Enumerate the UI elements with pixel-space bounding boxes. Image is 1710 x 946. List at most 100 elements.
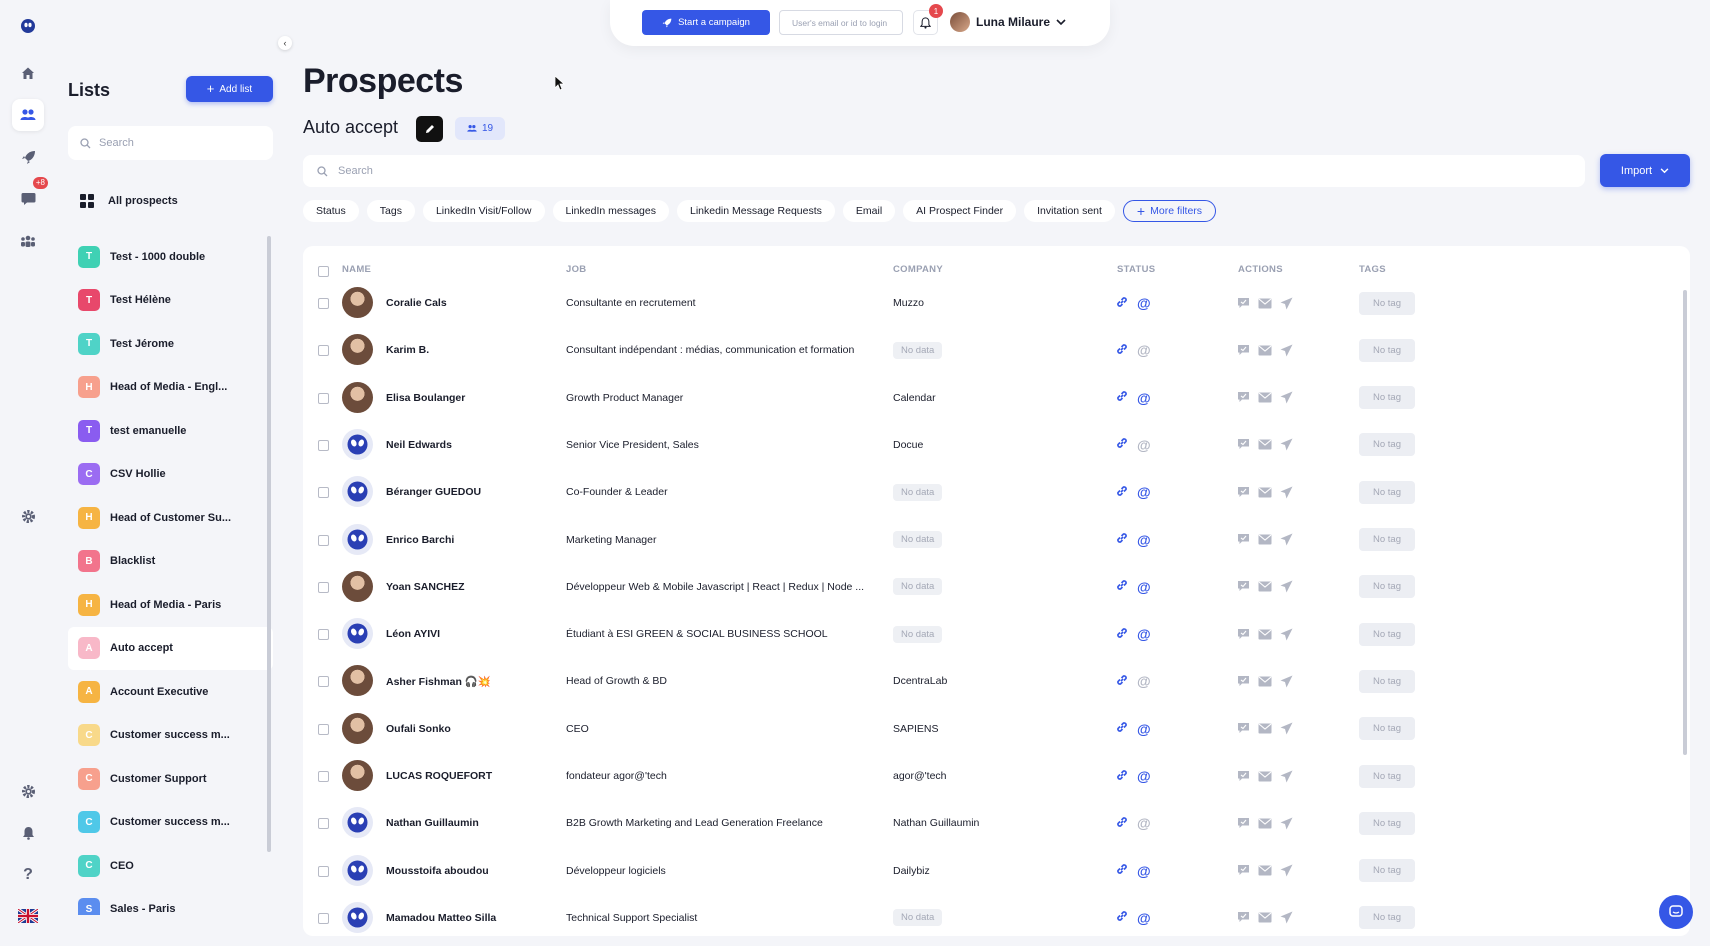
lists-scrollbar[interactable] — [267, 236, 271, 852]
prospects-search-input[interactable]: Search — [303, 155, 1585, 187]
no-tag-badge[interactable]: No tag — [1359, 717, 1415, 741]
actions-cell[interactable] — [1237, 564, 1293, 610]
list-item[interactable]: C Customer success m... — [68, 714, 273, 758]
prospect-name[interactable]: Asher Fishman 🎧💥 — [386, 658, 491, 704]
prospect-name[interactable]: Yoan SANCHEZ — [386, 564, 465, 610]
prospect-name[interactable]: Oufali Sonko — [386, 706, 451, 752]
home-icon[interactable] — [12, 57, 44, 89]
row-checkbox[interactable] — [318, 439, 329, 451]
list-item[interactable]: C CSV Hollie — [68, 453, 273, 497]
email-at-icon[interactable]: @ — [1137, 437, 1151, 453]
actions-cell[interactable] — [1237, 611, 1293, 657]
prospect-name[interactable]: Léon AYIVI — [386, 611, 440, 657]
list-item[interactable]: T Test - 1000 double — [68, 235, 273, 279]
table-row[interactable]: Coralie Cals Consultante en recrutement Mu… — [303, 280, 1690, 326]
actions-cell[interactable] — [1237, 753, 1293, 799]
linkedin-link-icon[interactable] — [1115, 768, 1129, 785]
row-checkbox[interactable] — [318, 345, 329, 357]
prospect-name[interactable]: Nathan Guillaumin — [386, 800, 479, 846]
prospect-name[interactable]: Karim B. — [386, 327, 429, 373]
edit-list-button[interactable] — [416, 116, 443, 142]
actions-cell[interactable] — [1237, 375, 1293, 421]
user-menu[interactable]: Luna Milaure — [950, 12, 1066, 32]
table-row[interactable]: Yoan SANCHEZ Développeur Web & Mobile Jav… — [303, 564, 1690, 610]
actions-cell[interactable] — [1237, 422, 1293, 468]
row-checkbox[interactable] — [318, 865, 329, 877]
prospect-name[interactable]: Béranger GUEDOU — [386, 469, 481, 515]
prospect-name[interactable]: Neil Edwards — [386, 422, 452, 468]
filter-chip[interactable]: LinkedIn messages — [552, 200, 669, 222]
actions-cell[interactable] — [1237, 469, 1293, 515]
user-login-input[interactable]: User's email or id to login — [779, 10, 903, 35]
help-question-icon[interactable]: ? — [12, 859, 44, 891]
no-tag-badge[interactable]: No tag — [1359, 433, 1415, 457]
table-row[interactable]: Mousstoifa aboudou Développeur logiciels D… — [303, 848, 1690, 894]
filter-chip[interactable]: Linkedin Message Requests — [676, 200, 835, 222]
email-at-icon[interactable]: @ — [1137, 863, 1151, 879]
table-row[interactable]: Léon AYIVI Étudiant à ESI GREEN & SOCIAL … — [303, 611, 1690, 657]
notifications-bell-icon[interactable] — [12, 817, 44, 849]
filter-chip[interactable]: Tags — [366, 200, 415, 222]
row-checkbox[interactable] — [318, 298, 329, 309]
header-company[interactable]: COMPANY — [893, 264, 943, 275]
actions-cell[interactable] — [1237, 800, 1293, 846]
email-at-icon[interactable]: @ — [1137, 295, 1151, 311]
list-item[interactable]: S Sales - Paris — [68, 888, 273, 915]
prospect-name[interactable]: LUCAS ROQUEFORT — [386, 753, 492, 799]
filter-chip[interactable]: Status — [303, 200, 359, 222]
email-at-icon[interactable]: @ — [1137, 721, 1151, 737]
lists-search-input[interactable]: Search — [68, 126, 273, 160]
no-tag-badge[interactable]: No tag — [1359, 622, 1415, 646]
support-chat-button[interactable] — [1659, 895, 1693, 929]
row-checkbox[interactable] — [318, 581, 329, 593]
prospect-name[interactable]: Mamadou Matteo Silla — [386, 895, 496, 936]
list-item[interactable]: B Blacklist — [68, 540, 273, 584]
header-name[interactable]: NAME — [342, 264, 371, 275]
no-tag-badge[interactable]: No tag — [1359, 338, 1415, 362]
list-item[interactable]: C Customer success m... — [68, 801, 273, 845]
linkedin-link-icon[interactable] — [1115, 531, 1129, 548]
add-list-button[interactable]: + Add list — [186, 76, 273, 102]
list-item[interactable]: Ttest emanuelle — [68, 409, 273, 453]
actions-cell[interactable] — [1237, 658, 1293, 704]
linkedin-link-icon[interactable] — [1115, 578, 1129, 595]
table-row[interactable]: Mamadou Matteo Silla Technical Support Sp… — [303, 895, 1690, 936]
no-tag-badge[interactable]: No tag — [1359, 386, 1415, 410]
more-filters-button[interactable]: + More filters — [1122, 200, 1217, 222]
no-tag-badge[interactable]: No tag — [1359, 480, 1415, 504]
prospects-icon[interactable] — [12, 99, 44, 131]
email-at-icon[interactable]: @ — [1137, 484, 1151, 500]
list-item[interactable]: H Head of Media - Paris — [68, 583, 273, 627]
filter-chip[interactable]: Invitation sent — [1024, 200, 1115, 222]
linkedin-link-icon[interactable] — [1115, 342, 1129, 359]
linkedin-link-icon[interactable] — [1115, 673, 1129, 690]
linkedin-link-icon[interactable] — [1115, 909, 1129, 926]
settings-bottom-gear-icon[interactable] — [12, 775, 44, 807]
row-checkbox[interactable] — [318, 487, 329, 499]
import-button[interactable]: Import — [1600, 154, 1690, 187]
list-item[interactable]: A Account Executive — [68, 670, 273, 714]
list-item[interactable]: A Auto accept — [68, 626, 273, 670]
no-tag-badge[interactable]: No tag — [1359, 291, 1415, 315]
linkedin-link-icon[interactable] — [1115, 720, 1129, 737]
prospect-name[interactable]: Enrico Barchi — [386, 517, 454, 563]
email-at-icon[interactable]: @ — [1137, 390, 1151, 406]
linkedin-link-icon[interactable] — [1115, 295, 1129, 312]
actions-cell[interactable] — [1237, 848, 1293, 894]
table-row[interactable]: Oufali Sonko CEO SAPIENS @ No tag — [303, 706, 1690, 752]
settings-gear-icon[interactable] — [12, 500, 44, 532]
actions-cell[interactable] — [1237, 280, 1293, 326]
row-checkbox[interactable] — [318, 771, 329, 782]
prospect-name[interactable]: Elisa Boulanger — [386, 375, 465, 421]
table-row[interactable]: Nathan Guillaumin B2B Growth Marketing an… — [303, 800, 1690, 846]
collapse-sidebar-button[interactable]: ‹ — [278, 36, 292, 50]
actions-cell[interactable] — [1237, 895, 1293, 936]
no-tag-badge[interactable]: No tag — [1359, 859, 1415, 883]
linkedin-link-icon[interactable] — [1115, 389, 1129, 406]
email-at-icon[interactable]: @ — [1137, 532, 1151, 548]
email-at-icon[interactable]: @ — [1137, 626, 1151, 642]
language-flag-uk-icon[interactable] — [12, 900, 44, 932]
email-at-icon[interactable]: @ — [1137, 815, 1151, 831]
prospect-name[interactable]: Mousstoifa aboudou — [386, 848, 489, 894]
no-tag-badge[interactable]: No tag — [1359, 575, 1415, 599]
